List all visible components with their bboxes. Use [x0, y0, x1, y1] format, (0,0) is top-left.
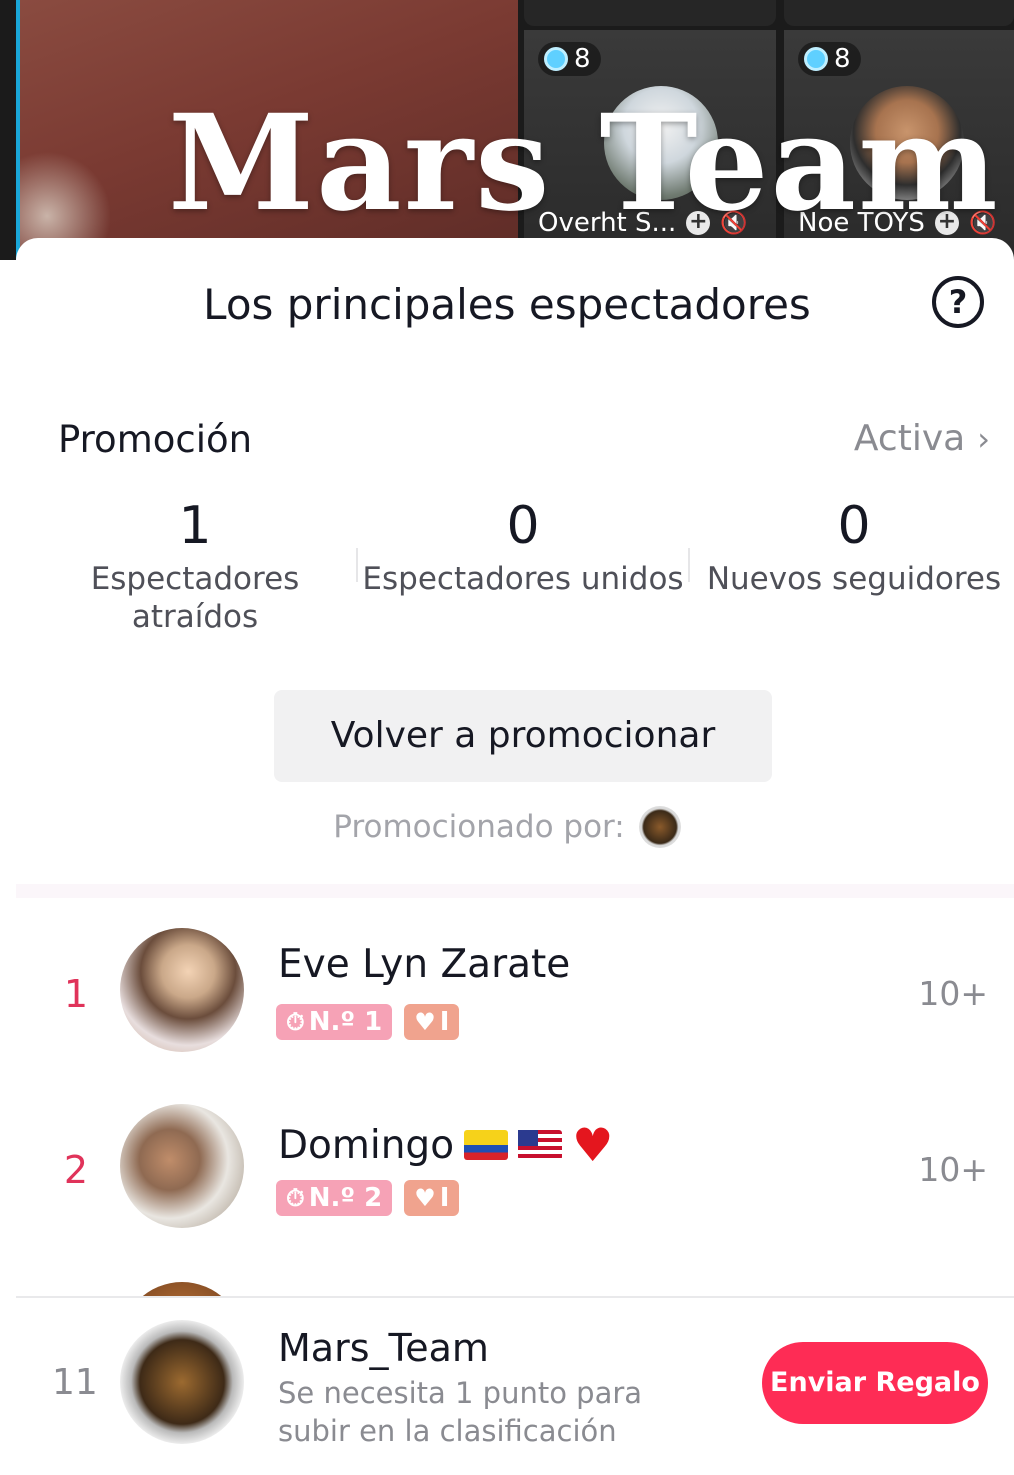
rank-number: 2: [63, 1148, 89, 1192]
stat-divider: [688, 548, 690, 582]
level-badge: ♥ I: [404, 1004, 460, 1040]
guest-name-row: Overht S... + 🔇: [538, 208, 748, 238]
tile-top-a: [524, 0, 776, 26]
level-badge-text: I: [439, 1007, 450, 1037]
ecuador-flag-icon: [464, 1130, 509, 1160]
score: 10+: [918, 1150, 988, 1189]
ranking-row[interactable]: 2 Domingo ♥ ⏱ N.º 2 ♥ I 10+: [16, 1096, 1014, 1246]
section-separator: [16, 884, 1014, 898]
guest-tile[interactable]: 8 Overht S... + 🔇: [524, 30, 776, 260]
viewer-name-row: Domingo ♥: [278, 1122, 613, 1168]
stat-value: 0: [837, 496, 871, 556]
live-video-strip: 8 Overht S... + 🔇 8 Noe TOYS + 🔇 Mars Te…: [0, 0, 1014, 260]
rank-badge-text: N.º 2: [308, 1183, 383, 1213]
gift-count-pill: 8: [538, 42, 601, 76]
sheet-title: Los principales espectadores: [203, 280, 811, 329]
guest-tile[interactable]: 8 Noe TOYS + 🔇: [784, 30, 1014, 260]
mic-muted-icon: 🔇: [968, 210, 997, 236]
mic-muted-icon: 🔇: [720, 210, 748, 236]
send-gift-button[interactable]: Enviar Regalo: [762, 1342, 988, 1424]
gift-count: 8: [574, 44, 591, 74]
promotion-status: Activa: [853, 418, 966, 459]
my-rank-number: 11: [52, 1362, 98, 1403]
promotion-label: Promoción: [58, 418, 253, 461]
level-badge: ♥ I: [404, 1180, 460, 1216]
my-rank-bar: 11 Mars_Team Se necesita 1 punto para su…: [16, 1296, 1014, 1475]
medal-icon: ⏱: [286, 1008, 305, 1036]
red-heart-icon: ♥: [572, 1118, 614, 1172]
stat-label: Espectadores atraídos: [90, 561, 300, 635]
promotion-status-link[interactable]: Activa ›: [854, 418, 990, 459]
stat-viewers-joined: 0 Espectadores unidos: [362, 496, 684, 598]
heart-icon: ♥: [414, 1008, 436, 1036]
level-badge-text: I: [439, 1183, 450, 1213]
ranking-row[interactable]: 1 Eve Lyn Zarate ⏱ N.º 1 ♥ I 10+: [16, 920, 1014, 1070]
viewer-name: Domingo: [278, 1122, 455, 1168]
score: 10+: [918, 974, 988, 1013]
guest-avatar: [604, 86, 718, 200]
badge-group: ⏱ N.º 1 ♥ I: [276, 1004, 460, 1040]
stat-label: Espectadores unidos: [362, 561, 684, 597]
promoted-by: Promocionado por:: [0, 806, 1014, 848]
promoter-avatar[interactable]: [638, 806, 681, 848]
guest-name: Overht S...: [538, 208, 677, 238]
stat-value: 0: [506, 496, 540, 556]
guest-avatar: [850, 86, 964, 200]
guest-name-row: Noe TOYS + 🔇: [798, 208, 996, 238]
gift-count-pill: 8: [798, 42, 861, 76]
stat-new-followers: 0 Nuevos seguidores: [706, 496, 1002, 598]
stat-label: Nuevos seguidores: [706, 561, 1002, 597]
avatar[interactable]: [120, 1104, 244, 1228]
guest-name: Noe TOYS: [798, 208, 925, 238]
coin-icon: [544, 47, 568, 71]
rank-hint: Se necesita 1 punto para subir en la cla…: [278, 1376, 643, 1448]
promoted-by-label: Promocionado por:: [333, 809, 625, 845]
stat-value: 1: [178, 496, 212, 556]
coin-icon: [804, 47, 828, 71]
my-name: Mars_Team: [278, 1326, 489, 1370]
rank-number: 1: [63, 972, 89, 1016]
avatar[interactable]: [120, 928, 244, 1052]
badge-group: ⏱ N.º 2 ♥ I: [276, 1180, 460, 1216]
tile-top-b: [784, 0, 1014, 26]
viewer-name: Eve Lyn Zarate: [278, 942, 571, 987]
user-add-icon[interactable]: +: [934, 211, 959, 235]
gift-count: 8: [834, 44, 851, 74]
question-circle-icon[interactable]: ?: [932, 276, 984, 328]
my-avatar[interactable]: [120, 1320, 244, 1444]
rank-badge: ⏱ N.º 2: [276, 1180, 393, 1216]
host-video[interactable]: [16, 0, 518, 260]
user-add-icon[interactable]: +: [686, 211, 711, 235]
chevron-right-icon: ›: [977, 419, 990, 458]
usa-flag-icon: [518, 1130, 563, 1160]
medal-icon: ⏱: [286, 1184, 305, 1212]
repromote-button[interactable]: Volver a promocionar: [274, 690, 772, 782]
stat-viewers-attracted: 1 Espectadores atraídos: [70, 496, 320, 636]
heart-icon: ♥: [414, 1184, 436, 1212]
rank-badge-text: N.º 1: [308, 1007, 383, 1037]
stat-divider: [356, 548, 358, 582]
rank-badge: ⏱ N.º 1: [276, 1004, 393, 1040]
